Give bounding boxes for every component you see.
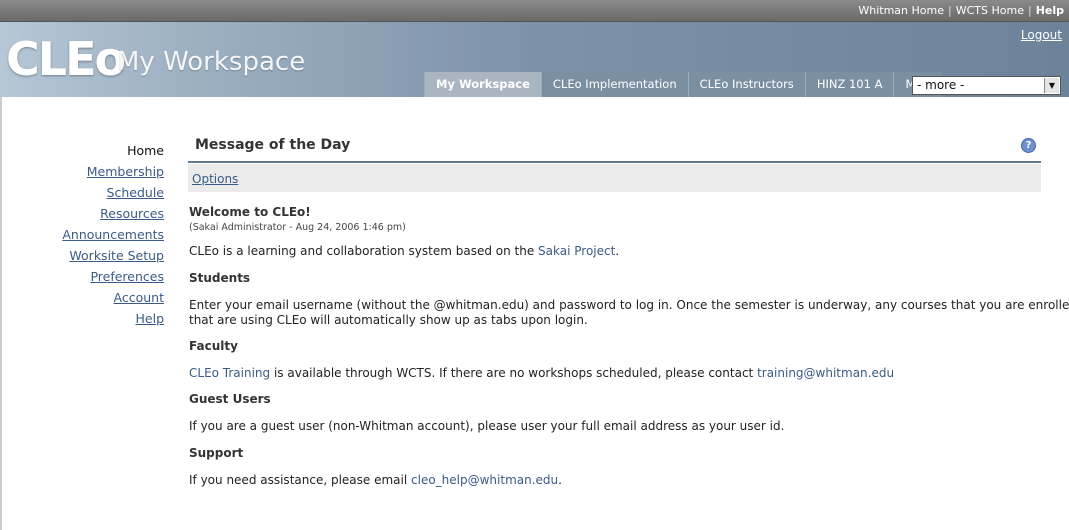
portlet-title-bar: Message of the Day ? <box>188 128 1041 163</box>
nav-item-schedule[interactable]: Schedule <box>62 182 164 203</box>
nav-item-resources[interactable]: Resources <box>62 203 164 224</box>
tool-menu: Home Membership Schedule Resources Annou… <box>62 140 164 329</box>
support-text: If you need assistance, please email <box>189 473 412 487</box>
cleo-help-email-link[interactable]: cleo_help@whitman.edu <box>411 473 558 487</box>
faculty-paragraph: CLEo Training is available through WCTS.… <box>189 366 894 380</box>
wcts-home-link[interactable]: WCTS Home <box>956 4 1024 17</box>
tab-hinz-101-a[interactable]: HINZ 101 A <box>804 72 894 97</box>
sakai-project-link[interactable]: Sakai Project <box>538 244 615 258</box>
students-heading: Students <box>189 271 251 285</box>
logout-link[interactable]: Logout <box>1021 28 1062 42</box>
tab-cleo-implementation[interactable]: CLEo Implementation <box>540 72 688 97</box>
workspace-title: My Workspace <box>117 47 306 77</box>
support-end: . <box>558 473 562 487</box>
nav-item-help[interactable]: Help <box>62 308 165 329</box>
intro-paragraph: CLEo is a learning and collaboration sys… <box>189 244 619 258</box>
more-sites-select[interactable]: - more - ▼ <box>912 76 1061 95</box>
site-tabs: My Workspace CLEo Implementation CLEo In… <box>424 72 942 97</box>
options-link[interactable]: Options <box>192 172 238 186</box>
faculty-heading: Faculty <box>189 339 238 353</box>
welcome-heading: Welcome to CLEo! <box>189 205 311 219</box>
portlet-toolbar: Options <box>188 164 1041 192</box>
cleo-logo: CLEo <box>6 32 126 86</box>
tab-cleo-instructors[interactable]: CLEo Instructors <box>687 72 805 97</box>
tab-my-workspace[interactable]: My Workspace <box>424 72 541 97</box>
training-email-link[interactable]: training@whitman.edu <box>757 366 894 380</box>
help-link[interactable]: Help <box>1036 4 1064 17</box>
separator: | <box>948 4 952 17</box>
cleo-training-link[interactable]: CLEo Training <box>189 366 270 380</box>
nav-item-membership[interactable]: Membership <box>62 161 164 182</box>
whitman-home-link[interactable]: Whitman Home <box>858 4 944 17</box>
nav-item-worksite-setup[interactable]: Worksite Setup <box>62 245 164 266</box>
portlet-title: Message of the Day <box>195 137 351 153</box>
help-icon[interactable]: ? <box>1021 138 1036 153</box>
faculty-text: is available through WCTS. If there are … <box>270 366 758 380</box>
intro-end: . <box>615 244 620 258</box>
nav-item-preferences[interactable]: Preferences <box>62 266 164 287</box>
nav-item-announcements[interactable]: Announcements <box>62 224 164 245</box>
site-header: CLEo My Workspace Logout My Workspace CL… <box>0 22 1069 97</box>
students-text-1: Enter your email username (without the @… <box>189 298 1069 312</box>
support-heading: Support <box>189 446 244 460</box>
intro-text: CLEo is a learning and collaboration sys… <box>189 244 539 258</box>
support-paragraph: If you need assistance, please email cle… <box>189 473 562 487</box>
message-of-the-day-portlet: Message of the Day ? Options <box>188 128 1041 192</box>
separator: | <box>1027 4 1032 17</box>
students-text-2: that are using CLEo will automatically s… <box>189 313 588 327</box>
more-sites-value: - more - <box>917 78 965 92</box>
utility-links: Whitman Home | WCTS Home | Help <box>858 4 1064 17</box>
post-meta: (Sakai Administrator - Aug 24, 2006 1:46… <box>189 222 406 233</box>
chevron-down-icon[interactable]: ▼ <box>1044 78 1059 93</box>
guest-users-text: If you are a guest user (non-Whitman acc… <box>189 419 785 433</box>
nav-item-account[interactable]: Account <box>62 287 164 308</box>
top-utility-bar: Whitman Home | WCTS Home | Help <box>0 0 1069 22</box>
guest-users-heading: Guest Users <box>189 392 271 406</box>
nav-item-home[interactable]: Home <box>62 140 164 161</box>
